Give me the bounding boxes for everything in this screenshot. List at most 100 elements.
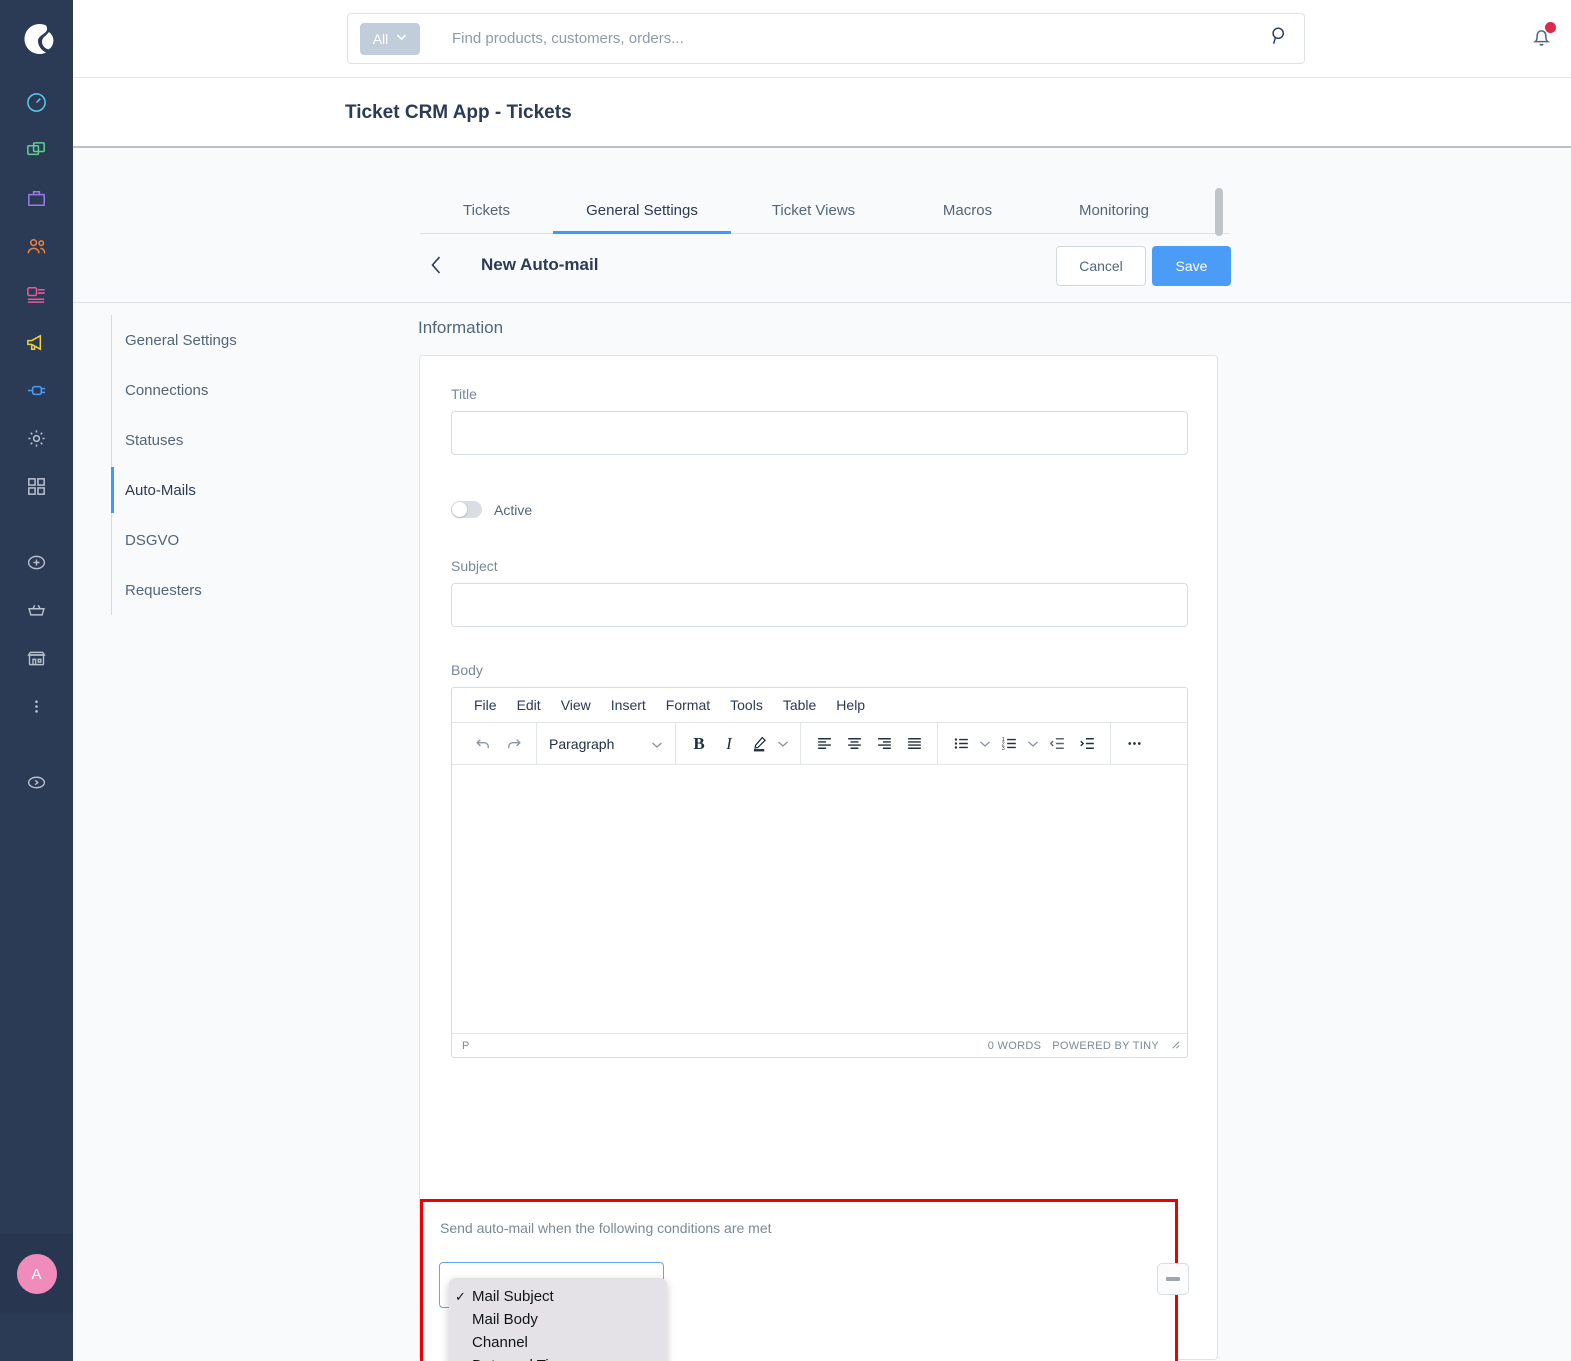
title-input[interactable] xyxy=(451,411,1188,455)
search-input[interactable] xyxy=(450,29,1270,48)
active-toggle[interactable] xyxy=(451,501,482,518)
sidebar-footer xyxy=(0,1314,73,1361)
editor-menu-insert[interactable]: Insert xyxy=(601,693,656,717)
align-left-button[interactable] xyxy=(809,729,839,759)
bold-button[interactable]: B xyxy=(684,729,714,759)
sidebar-item-customers[interactable] xyxy=(0,222,73,270)
editor-menu-view[interactable]: View xyxy=(551,693,601,717)
page-title: Ticket CRM App - Tickets xyxy=(345,102,572,123)
content-area: Tickets General Settings Ticket Views Ma… xyxy=(73,150,1571,1361)
redo-button[interactable] xyxy=(498,729,528,759)
marketing-icon xyxy=(27,333,42,351)
numbered-list-button[interactable]: 1 2 3 xyxy=(994,729,1024,759)
dashboard-icon xyxy=(27,92,46,112)
avatar[interactable]: A xyxy=(16,1254,57,1294)
search-icon[interactable] xyxy=(1270,26,1290,51)
dropdown-option-mail-subject[interactable]: ✓ Mail Subject xyxy=(449,1285,667,1308)
indent-icon xyxy=(1079,738,1094,749)
align-center-button[interactable] xyxy=(839,729,869,759)
more-options-button[interactable] xyxy=(1119,729,1149,759)
orders-icon xyxy=(28,190,45,206)
editor-menu-file[interactable]: File xyxy=(464,693,507,717)
editor-menu-table[interactable]: Table xyxy=(773,693,826,717)
bullet-list-dropdown[interactable] xyxy=(976,729,994,759)
dropdown-option-mail-body[interactable]: Mail Body xyxy=(449,1308,667,1331)
settings-icon xyxy=(28,429,45,447)
sidemenu-item-statuses[interactable]: Statuses xyxy=(125,415,361,465)
catalogues-icon xyxy=(27,141,45,155)
sidemenu-item-requesters[interactable]: Requesters xyxy=(125,565,361,615)
tab-macros[interactable]: Macros xyxy=(896,202,1039,233)
editor-menu-edit[interactable]: Edit xyxy=(507,693,551,717)
sidebar-collapse-toggle[interactable] xyxy=(0,758,73,806)
sidebar-item-add[interactable] xyxy=(0,538,73,586)
paragraph-format-select[interactable]: Paragraph xyxy=(545,729,667,759)
sidebar-item-orders[interactable] xyxy=(0,174,73,222)
italic-button[interactable]: I xyxy=(714,729,744,759)
tab-tickets[interactable]: Tickets xyxy=(420,202,553,233)
text-color-button[interactable] xyxy=(744,729,774,759)
sidebar-item-dashboard[interactable] xyxy=(0,78,73,126)
cancel-button[interactable]: Cancel xyxy=(1056,246,1146,286)
remove-condition-button[interactable] xyxy=(1157,1263,1189,1295)
align-right-button[interactable] xyxy=(869,729,899,759)
sidebar-item-settings[interactable] xyxy=(0,414,73,462)
dropdown-option-date-and-time[interactable]: Date and Time xyxy=(449,1354,667,1361)
sidebar-item-storefront[interactable] xyxy=(0,634,73,682)
tab-monitoring[interactable]: Monitoring xyxy=(1039,202,1189,233)
dropdown-option-label: Channel xyxy=(472,1334,528,1351)
chevron-down-icon xyxy=(396,33,407,44)
resize-grip-icon[interactable] xyxy=(1170,1039,1181,1053)
notifications-button[interactable] xyxy=(1528,22,1556,56)
back-button[interactable] xyxy=(428,254,445,281)
sidebar-item-more[interactable] xyxy=(0,682,73,730)
sidemenu-item-auto-mails[interactable]: Auto-Mails xyxy=(111,465,361,515)
dropdown-option-channel[interactable]: Channel xyxy=(449,1331,667,1354)
conditions-caption: Send auto-mail when the following condit… xyxy=(440,1220,772,1236)
condition-type-dropdown-menu[interactable]: ✓ Mail Subject Mail Body Channel Date an… xyxy=(449,1278,667,1361)
align-justify-button[interactable] xyxy=(899,729,929,759)
tab-ticket-views[interactable]: Ticket Views xyxy=(731,202,896,233)
bullet-list-button[interactable] xyxy=(946,729,976,759)
information-section-label: Information xyxy=(418,318,504,337)
sidebar-item-catalogues[interactable] xyxy=(0,126,73,174)
minus-icon xyxy=(1166,1277,1180,1281)
sidemenu-item-general-settings[interactable]: General Settings xyxy=(125,315,361,365)
title-field-group: Title xyxy=(451,386,1188,455)
indent-button[interactable] xyxy=(1072,729,1102,759)
tab-scrollbar-thumb[interactable] xyxy=(1215,188,1223,236)
sidebar-item-apps[interactable] xyxy=(0,462,73,510)
numbered-list-dropdown[interactable] xyxy=(1024,729,1042,759)
undo-button[interactable] xyxy=(468,729,498,759)
outdent-button[interactable] xyxy=(1042,729,1072,759)
collapse-arrow-icon xyxy=(27,776,46,788)
tab-general-settings[interactable]: General Settings xyxy=(553,202,731,234)
editor-menu-tools[interactable]: Tools xyxy=(720,693,773,717)
editor-content-area[interactable] xyxy=(452,765,1187,1033)
sidebar-item-extensions[interactable] xyxy=(0,366,73,414)
sidemenu-item-dsgvo[interactable]: DSGVO xyxy=(125,515,361,565)
global-search-bar[interactable]: All xyxy=(347,13,1305,64)
editor-style-group: B I xyxy=(676,723,800,764)
search-scope-selector[interactable]: All xyxy=(360,22,420,55)
sidemenu-item-connections[interactable]: Connections xyxy=(125,365,361,415)
save-button[interactable]: Save xyxy=(1152,246,1231,286)
page-header: Ticket CRM App - Tickets xyxy=(73,78,1571,148)
bullet-list-icon xyxy=(954,738,968,749)
editor-branding[interactable]: POWERED BY TINY xyxy=(1052,1040,1159,1052)
user-avatar-zone[interactable]: A xyxy=(0,1234,73,1314)
body-field-group: Body File Edit View Insert Format Tools … xyxy=(451,662,1188,1058)
text-color-icon xyxy=(753,736,766,752)
bold-icon: B xyxy=(693,733,705,753)
text-color-dropdown[interactable] xyxy=(774,729,792,759)
editor-menu-format[interactable]: Format xyxy=(656,693,720,717)
detail-title: New Auto-mail xyxy=(481,255,599,274)
subject-input[interactable] xyxy=(451,583,1188,627)
sidebar-item-marketing[interactable] xyxy=(0,318,73,366)
editor-menu-help[interactable]: Help xyxy=(826,693,875,717)
subject-label: Subject xyxy=(451,558,498,574)
sidebar-item-basket[interactable] xyxy=(0,586,73,634)
check-icon: ✓ xyxy=(455,1288,466,1304)
shopware-logo[interactable] xyxy=(0,0,73,78)
sidebar-item-content[interactable] xyxy=(0,270,73,318)
